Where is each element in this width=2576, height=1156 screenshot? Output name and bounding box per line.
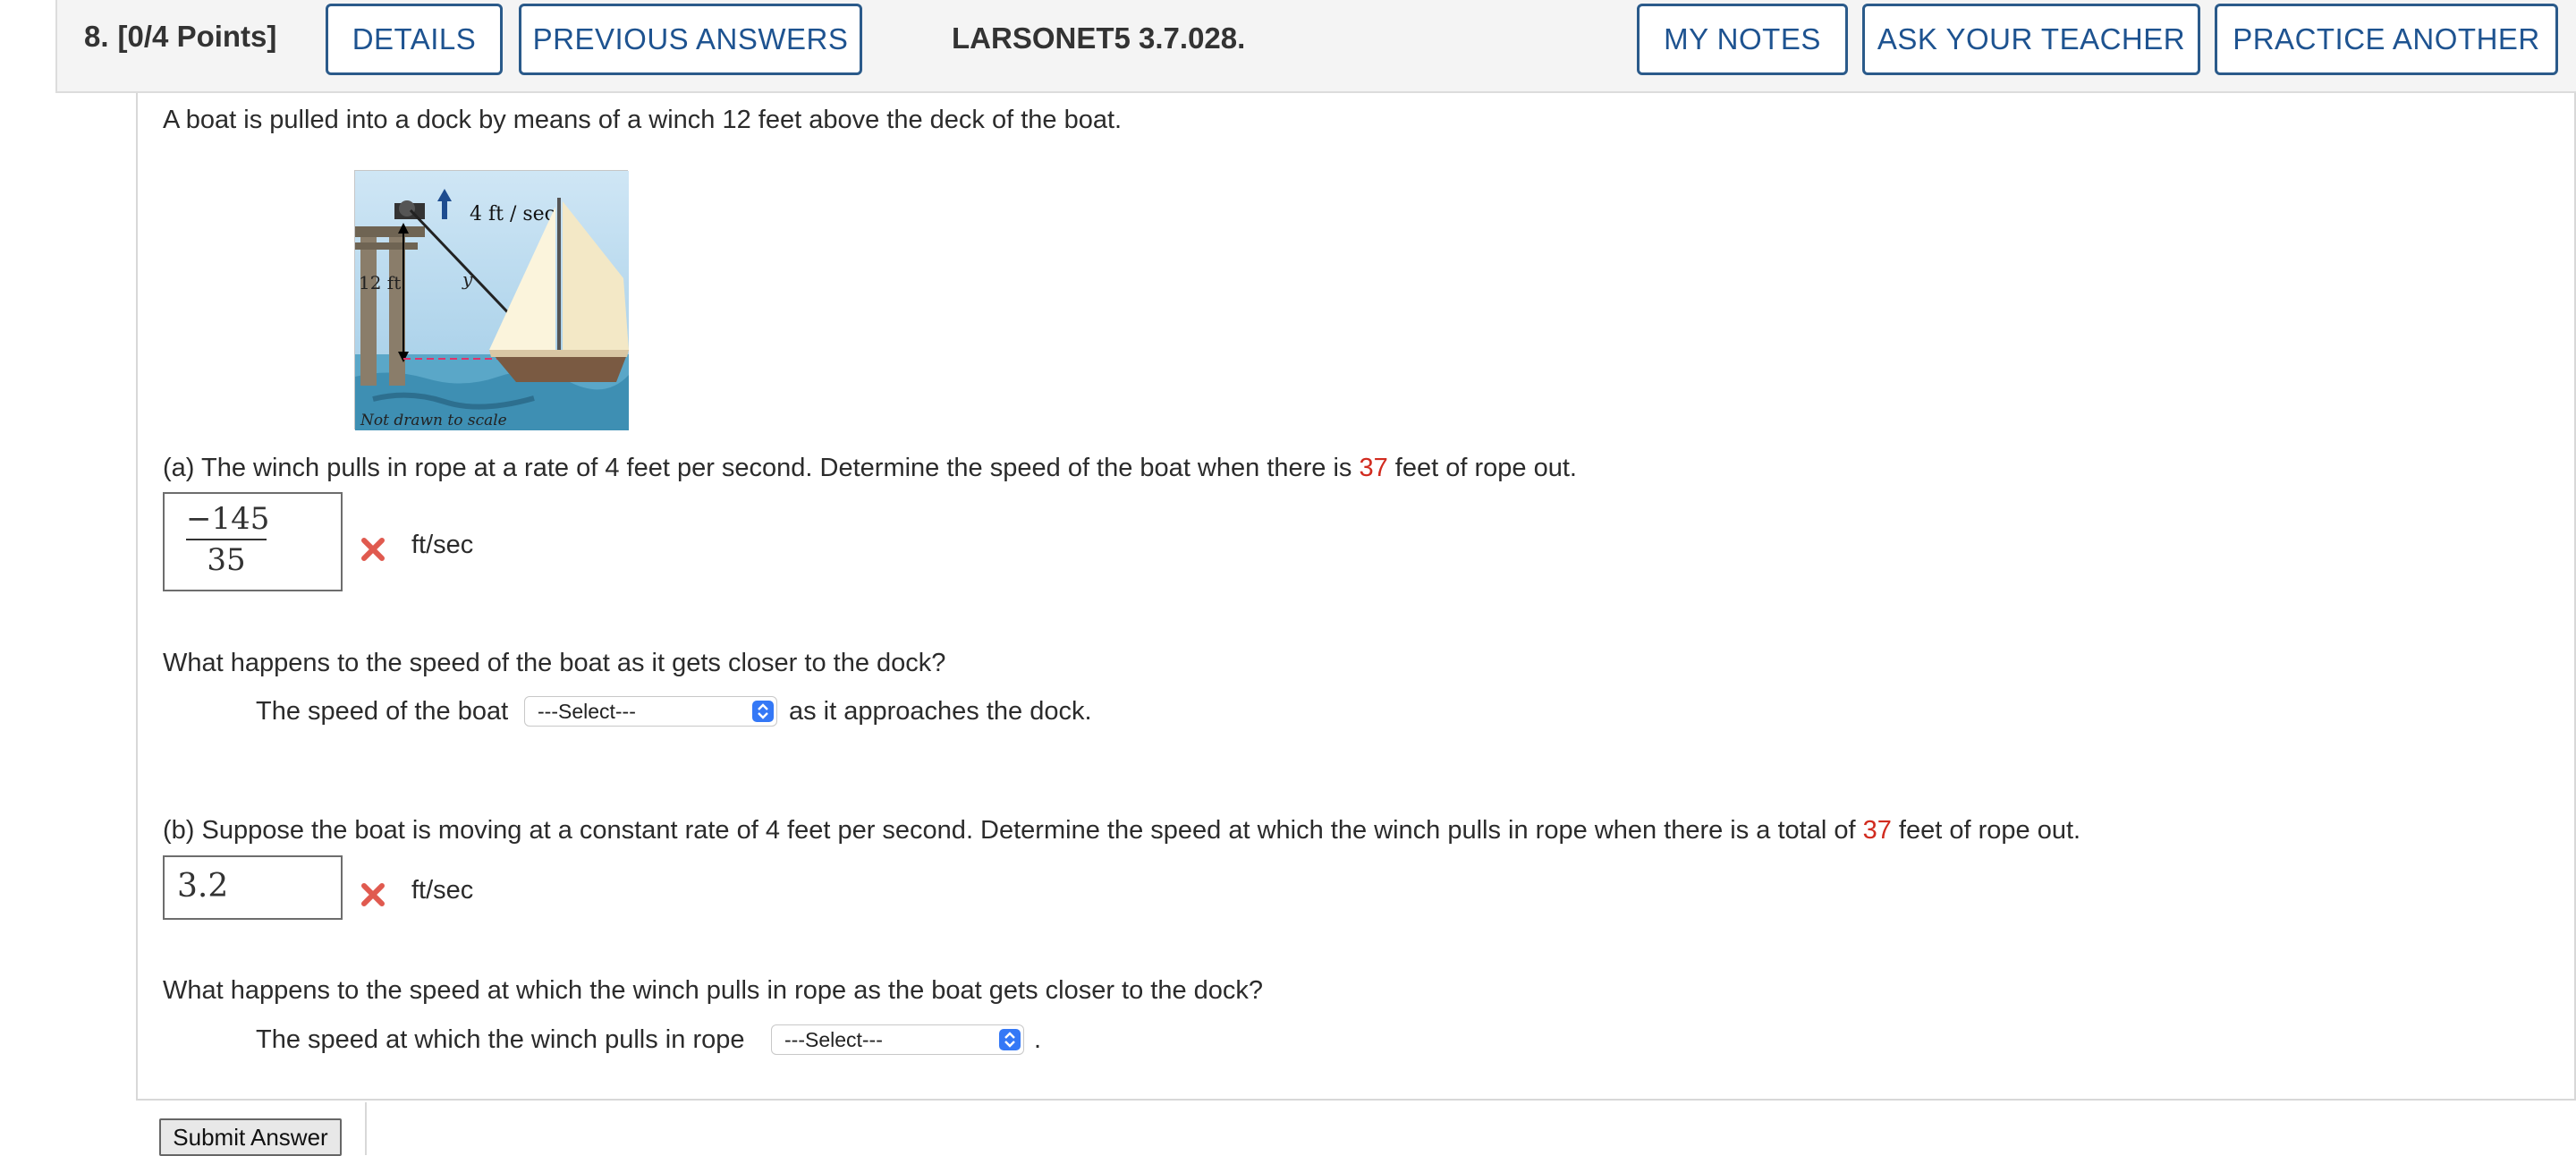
part-b-rope-value: 37 bbox=[1862, 816, 1892, 845]
fraction-denominator: 35 bbox=[207, 542, 246, 578]
rate-label: 4 ft / sec bbox=[470, 203, 555, 225]
select-value: ---Select--- bbox=[538, 700, 636, 723]
part-a-unit: ft/sec bbox=[411, 531, 474, 559]
part-b-select-suffix: . bbox=[1034, 1025, 1042, 1054]
part-a-speed-select[interactable]: ---Select--- bbox=[524, 696, 777, 727]
height-label: 12 ft bbox=[359, 272, 401, 293]
boat-winch-illustration: 4 ft / sec 12 ft y Not drawn to scale bbox=[355, 171, 629, 430]
problem-intro: A boat is pulled into a dock by means of… bbox=[163, 106, 1123, 134]
points-label: [0/4 Points] bbox=[117, 20, 277, 53]
fraction-numerator: −145 bbox=[186, 501, 269, 540]
part-a-rope-value: 37 bbox=[1359, 454, 1388, 482]
practice-another-button[interactable]: PRACTICE ANOTHER bbox=[2215, 4, 2558, 75]
part-a-fraction: −145 35 bbox=[186, 501, 269, 578]
incorrect-icon bbox=[361, 883, 385, 906]
ask-teacher-button[interactable]: ASK YOUR TEACHER bbox=[1862, 4, 2200, 75]
my-notes-button[interactable]: MY NOTES bbox=[1637, 4, 1848, 75]
chevron-updown-icon bbox=[752, 701, 774, 722]
part-b-text-end: feet of rope out. bbox=[1891, 816, 2081, 845]
part-a-select-suffix: as it approaches the dock. bbox=[789, 697, 1092, 726]
details-button[interactable]: DETAILS bbox=[326, 4, 503, 75]
part-a-answer-input[interactable]: −145 35 bbox=[163, 492, 343, 591]
question-number: 8. [0/4 Points] bbox=[84, 20, 276, 54]
part-a-text: (a) The winch pulls in rope at a rate of… bbox=[163, 454, 1360, 482]
part-a-question: What happens to the speed of the boat as… bbox=[163, 649, 946, 677]
part-b-speed-select[interactable]: ---Select--- bbox=[771, 1024, 1024, 1055]
incorrect-icon bbox=[361, 538, 385, 561]
question-index: 8. bbox=[84, 20, 109, 53]
part-a-text-end: feet of rope out. bbox=[1387, 454, 1577, 482]
scale-note: Not drawn to scale bbox=[360, 412, 507, 429]
part-b-answer-value: 3.2 bbox=[177, 868, 229, 905]
part-b-prompt: (b) Suppose the boat is moving at a cons… bbox=[163, 816, 2080, 846]
part-a-select-prefix: The speed of the boat bbox=[256, 697, 509, 726]
part-b-unit: ft/sec bbox=[411, 876, 474, 905]
rope-label: y bbox=[462, 268, 473, 290]
divider bbox=[365, 1102, 367, 1155]
problem-reference: LARSONET5 3.7.028. bbox=[952, 21, 1246, 55]
select-value: ---Select--- bbox=[784, 1028, 883, 1051]
part-b-answer-input[interactable]: 3.2 bbox=[163, 855, 343, 920]
chevron-updown-icon bbox=[999, 1029, 1021, 1050]
part-b-question: What happens to the speed at which the w… bbox=[163, 976, 1264, 1005]
boat-winch-figure: 4 ft / sec 12 ft y Not drawn to scale bbox=[354, 170, 629, 430]
submit-answer-button[interactable]: Submit Answer bbox=[159, 1118, 342, 1156]
part-a-prompt: (a) The winch pulls in rope at a rate of… bbox=[163, 454, 1577, 483]
previous-answers-button[interactable]: PREVIOUS ANSWERS bbox=[519, 4, 862, 75]
question-header: 8. [0/4 Points] DETAILS PREVIOUS ANSWERS … bbox=[55, 0, 2576, 93]
part-b-select-prefix: The speed at which the winch pulls in ro… bbox=[256, 1025, 745, 1054]
part-b-text: (b) Suppose the boat is moving at a cons… bbox=[163, 816, 1863, 845]
